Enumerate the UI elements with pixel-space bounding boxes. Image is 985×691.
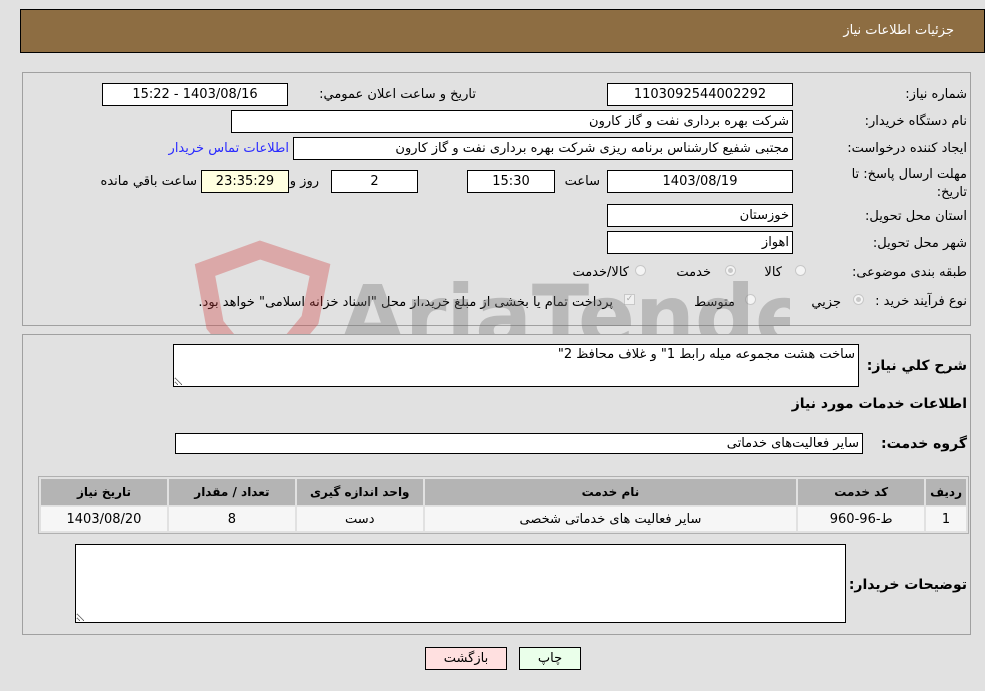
column-header-row-number: ردیف [926, 479, 966, 505]
category-radio-service[interactable] [725, 265, 736, 276]
category-radio-goods[interactable] [795, 265, 806, 276]
service-group-field[interactable]: سایر فعالیت‌های خدماتی [175, 433, 863, 454]
category-option-service: خدمت [676, 265, 711, 280]
buyer-notes-label: توضیحات خریدار: [848, 577, 967, 593]
deadline-date-field[interactable]: 1403/08/19 [607, 170, 793, 193]
cell-service-code: ط-96-960 [798, 507, 925, 531]
days-label: روز و [289, 174, 319, 189]
purchase-type-option-minor: جزيي [811, 295, 841, 310]
requester-label: ایجاد کننده درخواست: [847, 141, 967, 156]
deadline-label-text: مهلت ارسال پاسخ: تا تاریخ: [851, 167, 967, 200]
cell-service-name: سایر فعالیت های خدماتی شخصی [424, 507, 797, 531]
treasury-checkbox[interactable]: ✓ [624, 294, 635, 305]
table-header-row: ردیف کد خدمت نام خدمت واحد اندازه گیری ت… [41, 479, 966, 505]
province-label: استان محل تحویل: [865, 209, 967, 224]
page-header: جزئیات اطلاعات نیاز [20, 9, 985, 53]
need-number-label: شماره نیاز: [905, 87, 967, 102]
treasury-note: پرداخت تمام یا بخشی از مبلغ خرید،از محل … [198, 295, 613, 310]
purchase-type-radio-medium[interactable] [745, 294, 756, 305]
province-field[interactable]: خوزستان [607, 204, 793, 227]
category-label: طبقه بندی موضوعی: [851, 265, 967, 280]
column-header-unit: واحد اندازه گیری [296, 479, 423, 505]
buyer-org-label: نام دستگاه خریدار: [864, 114, 967, 129]
description-label: شرح كلي نياز: [866, 358, 967, 374]
service-group-label: گروه خدمت: [881, 436, 967, 452]
back-button[interactable]: بازگشت [425, 647, 507, 670]
time-remaining-field[interactable]: 23:35:29 [201, 170, 289, 193]
cell-unit: دست [296, 507, 423, 531]
table-row: 1 ط-96-960 سایر فعالیت های خدماتی شخصی د… [41, 507, 966, 531]
cell-quantity: 8 [168, 507, 295, 531]
cell-row-number: 1 [926, 507, 966, 531]
purchase-type-label: نوع فرآیند خرید : [875, 294, 967, 309]
category-radio-goods-service[interactable] [635, 265, 646, 276]
category-option-goods: کالا [764, 265, 782, 280]
print-button[interactable]: چاپ [519, 647, 581, 670]
description-textarea[interactable]: ساخت هشت مجموعه میله رابط 1" و غلاف محاف… [173, 344, 859, 387]
column-header-service-name: نام خدمت [424, 479, 797, 505]
category-option-goods-service: کالا/خدمت [572, 265, 629, 280]
services-section-title: اطلاعات خدمات مورد نیاز [791, 396, 967, 412]
deadline-label: مهلت ارسال پاسخ: تا تاریخ: [827, 166, 967, 202]
city-field[interactable]: اهواز [607, 231, 793, 254]
buyer-contact-link[interactable]: اطلاعات تماس خریدار [169, 141, 289, 156]
deadline-time-field[interactable]: 15:30 [467, 170, 555, 193]
services-table: ردیف کد خدمت نام خدمت واحد اندازه گیری ت… [38, 476, 969, 534]
requester-field[interactable]: مجتبی شفیع کارشناس برنامه ریزی شرکت بهره… [293, 137, 793, 160]
cell-need-date: 1403/08/20 [41, 507, 167, 531]
column-header-need-date: تاریخ نیاز [41, 479, 167, 505]
need-number-field[interactable]: 1103092544002292 [607, 83, 793, 106]
time-remaining-label: ساعت باقي مانده [100, 174, 197, 189]
city-label: شهر محل تحویل: [872, 236, 967, 251]
deadline-time-label: ساعت [564, 174, 600, 189]
announce-datetime-field[interactable]: 1403/08/16 - 15:22 [102, 83, 288, 106]
days-remaining-field[interactable]: 2 [331, 170, 418, 193]
announce-datetime-label: تاریخ و ساعت اعلان عمومي: [319, 87, 476, 102]
column-header-quantity: تعداد / مقدار [168, 479, 295, 505]
buyer-org-field[interactable]: شرکت بهره برداری نفت و گاز کارون [231, 110, 793, 133]
page-title: جزئیات اطلاعات نیاز [843, 23, 954, 38]
buyer-notes-textarea[interactable] [75, 544, 846, 623]
purchase-type-radio-minor[interactable] [853, 294, 864, 305]
column-header-service-code: کد خدمت [798, 479, 925, 505]
purchase-type-option-medium: متوسط [694, 295, 735, 310]
